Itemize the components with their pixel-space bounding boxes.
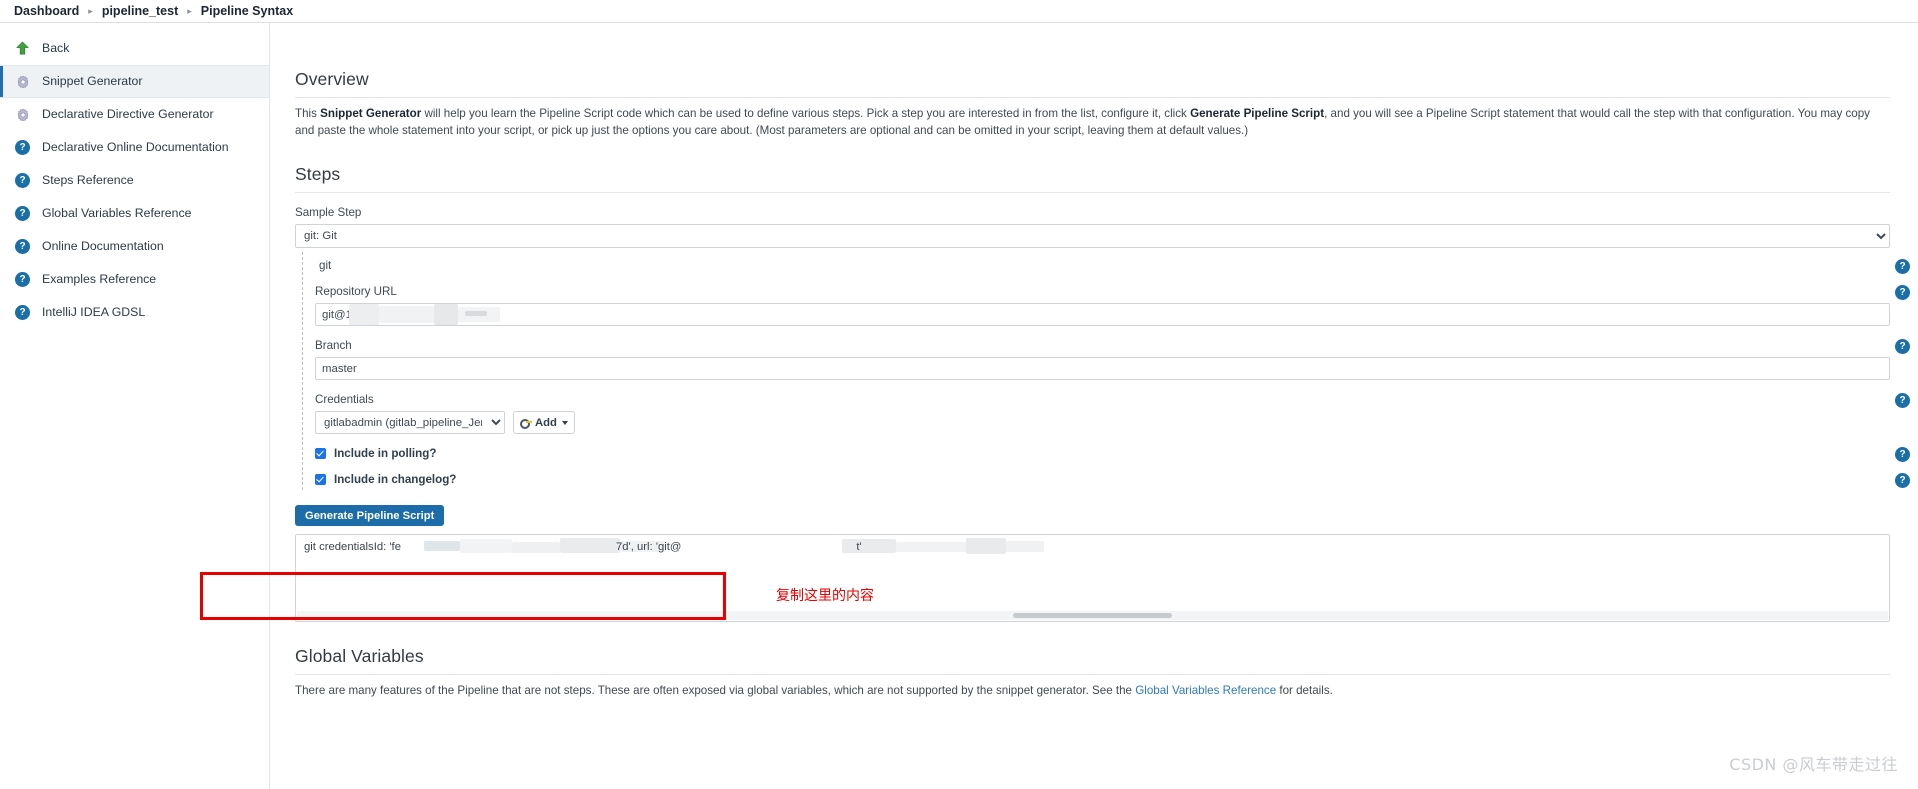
global-variables-paragraph: There are many features of the Pipeline …: [295, 682, 1890, 699]
sidebar-item-declarative-directive-generator[interactable]: Declarative Directive Generator: [0, 98, 269, 131]
gear-icon: [12, 104, 33, 125]
include-polling-label: Include in polling?: [334, 447, 437, 461]
sidebar-item-label: Online Documentation: [42, 239, 164, 254]
sidebar-item-snippet-generator[interactable]: Snippet Generator: [0, 65, 269, 98]
sample-step-select[interactable]: git: Git: [295, 224, 1890, 249]
help-icon[interactable]: ?: [1895, 393, 1910, 409]
repository-url-input[interactable]: [315, 303, 1890, 327]
steps-heading: Steps: [295, 164, 1890, 194]
redaction-smudge: [349, 304, 379, 326]
annotation-text: 复制这里的内容: [776, 588, 874, 604]
help-icon[interactable]: ?: [1895, 339, 1910, 355]
global-variables-reference-link[interactable]: Global Variables Reference: [1135, 684, 1276, 697]
generated-script-suffix: t': [856, 541, 862, 554]
generated-script-output[interactable]: git credentialsId: 'fe 7d', url: 'git@ t': [295, 534, 1890, 623]
breadcrumb-item-pipeline-test[interactable]: pipeline_test: [102, 4, 178, 18]
sidebar-item-label: Steps Reference: [42, 173, 134, 188]
generate-pipeline-script-button[interactable]: Generate Pipeline Script: [295, 505, 445, 527]
redaction-smudge: [465, 311, 487, 317]
sidebar-item-online-documentation[interactable]: ? Online Documentation: [0, 230, 269, 263]
sidebar-item-label: IntelliJ IDEA GDSL: [42, 305, 146, 320]
script-horizontal-scrollbar[interactable]: [297, 611, 1888, 621]
include-polling-row[interactable]: Include in polling? ?: [315, 447, 1910, 463]
branch-input[interactable]: [315, 357, 1890, 381]
breadcrumb-item-dashboard[interactable]: Dashboard: [14, 4, 79, 18]
steps-section: Steps Sample Step git: Git git ? Reposit…: [295, 164, 1910, 623]
sidebar-item-label: Back: [42, 41, 70, 56]
credentials-label-text: Credentials: [315, 393, 374, 407]
step-name-label: git ?: [319, 259, 1910, 275]
scrollbar-thumb[interactable]: [1012, 613, 1173, 619]
global-variables-heading: Global Variables: [295, 646, 1890, 676]
credentials-row: gitlabadmin (gitlab_pipeline_Jenkins) Ad…: [315, 411, 1890, 435]
repository-url-label-text: Repository URL: [315, 285, 397, 299]
overview-text-2: will help you learn the Pipeline Script …: [421, 107, 1191, 120]
overview-paragraph: This Snippet Generator will help you lea…: [295, 105, 1890, 139]
breadcrumb-item-pipeline-syntax[interactable]: Pipeline Syntax: [201, 4, 293, 18]
sidebar-item-label: Examples Reference: [42, 272, 157, 287]
include-changelog-row[interactable]: Include in changelog? ?: [315, 473, 1910, 489]
branch-label-text: Branch: [315, 339, 352, 353]
overview-heading: Overview: [295, 69, 1890, 98]
globals-text-2: for details.: [1276, 684, 1333, 698]
credentials-select[interactable]: gitlabadmin (gitlab_pipeline_Jenkins): [315, 411, 505, 435]
help-icon: ?: [12, 269, 33, 290]
sidebar-item-label: Declarative Online Documentation: [42, 140, 229, 155]
sidebar-item-intellij-idea-gdsl[interactable]: ? IntelliJ IDEA GDSL: [0, 296, 269, 329]
help-icon[interactable]: ?: [1895, 447, 1910, 463]
gear-icon: [12, 71, 33, 92]
generated-script-text: git credentialsId: 'fe 7d', url: 'git@ t': [304, 541, 1881, 553]
credentials-label: Credentials ?: [315, 393, 1910, 409]
sidebar-item-global-variables-reference[interactable]: ? Global Variables Reference: [0, 197, 269, 230]
include-changelog-checkbox[interactable]: [315, 474, 326, 486]
sidebar-item-label: Declarative Directive Generator: [42, 107, 214, 122]
sidebar-item-back[interactable]: Back: [0, 32, 269, 65]
overview-bold-2: Generate Pipeline Script: [1190, 107, 1325, 120]
breadcrumb-separator: ▸: [187, 5, 192, 16]
overview-text-1: This: [295, 107, 321, 120]
include-polling-checkbox[interactable]: [315, 448, 326, 460]
help-icon: ?: [12, 236, 33, 257]
sample-step-label: Sample Step: [295, 206, 362, 220]
chevron-down-icon: [561, 420, 568, 425]
sidebar-item-declarative-online-documentation[interactable]: ? Declarative Online Documentation: [0, 131, 269, 164]
watermark: CSDN @风车带走过往: [1729, 755, 1898, 774]
help-icon: ?: [12, 203, 33, 224]
help-icon: ?: [12, 170, 33, 191]
sidebar: Back Snippet Generator Declarative Direc…: [0, 23, 270, 789]
include-changelog-label: Include in changelog?: [334, 473, 457, 487]
global-variables-section: Global Variables There are many features…: [295, 646, 1890, 699]
repository-url-label: Repository URL ?: [315, 285, 1910, 301]
overview-bold-1: Snippet Generator: [320, 107, 422, 120]
help-icon: ?: [12, 137, 33, 158]
up-arrow-icon: [12, 38, 33, 59]
breadcrumb-separator: ▸: [88, 5, 93, 16]
breadcrumb: Dashboard ▸ pipeline_test ▸ Pipeline Syn…: [0, 0, 1918, 23]
globals-text-1: There are many features of the Pipeline …: [295, 684, 1136, 698]
redaction-smudge: [434, 304, 458, 326]
help-icon[interactable]: ?: [1895, 259, 1910, 275]
generated-script-prefix: git credentialsId: 'fe: [304, 541, 401, 554]
step-config-panel: git ? Repository URL ? Branch: [302, 252, 1910, 491]
help-icon[interactable]: ?: [1895, 473, 1910, 489]
add-credentials-button[interactable]: Add: [513, 411, 575, 435]
sidebar-item-examples-reference[interactable]: ? Examples Reference: [0, 263, 269, 296]
help-icon[interactable]: ?: [1895, 285, 1910, 301]
main-content: Overview This Snippet Generator will hel…: [270, 23, 1918, 789]
redaction-smudge: [379, 306, 434, 324]
add-button-label: Add: [535, 416, 557, 429]
generated-script-mid: 7d', url: 'git@: [615, 541, 682, 554]
sidebar-item-label: Global Variables Reference: [42, 206, 192, 221]
key-icon: [520, 418, 532, 430]
help-icon: ?: [12, 302, 33, 323]
sidebar-item-label: Snippet Generator: [42, 74, 143, 89]
branch-label: Branch ?: [315, 339, 1910, 355]
step-name-text: git: [319, 259, 332, 273]
sidebar-item-steps-reference[interactable]: ? Steps Reference: [0, 164, 269, 197]
